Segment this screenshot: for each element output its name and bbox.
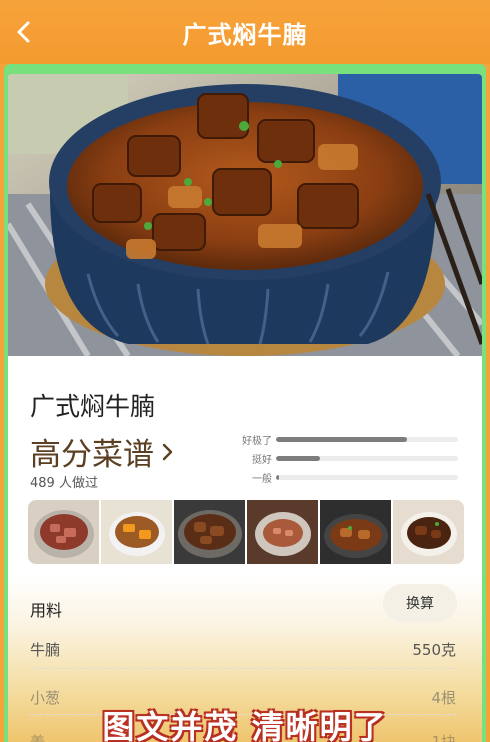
page-title: 广式焖牛腩 [182,20,308,49]
high-score-label: 高分菜谱 [30,437,154,473]
back-button[interactable] [10,18,38,46]
made-count: 489 人做过 [30,476,98,491]
recipe-name: 广式焖牛腩 [30,392,156,421]
rating-row-excellent: 好极了 [236,430,464,449]
thumbnail-3[interactable] [174,500,245,564]
top-bar: 广式焖牛腩 [0,0,490,64]
ingredients-title: 用料 [30,601,63,620]
ingredient-amount: 550克 [412,640,456,659]
thumbnail-4[interactable] [247,500,318,564]
high-score-link[interactable]: 高分菜谱 [30,429,174,474]
ingredient-name: 牛腩 [30,640,61,659]
thumbnail-5[interactable] [320,500,391,564]
rating-bar [276,437,458,442]
hero-photo[interactable] [8,74,482,356]
thumbnail-6[interactable] [393,500,464,564]
rating-fill [276,475,279,480]
rating-bar [276,475,458,480]
chevron-right-icon [162,443,173,460]
ingredient-row: 牛腩 550克 [30,634,456,664]
rating-label: 挺好 [252,455,272,466]
promo-banner: 图文并茂 清晰明了 [102,708,388,742]
chevron-left-icon [17,21,30,43]
rating-bar [276,456,458,461]
convert-button[interactable]: 换算 [383,584,457,622]
rating-fill [276,437,408,442]
thumbnail-1[interactable] [28,500,99,564]
rating-fill [276,456,320,461]
divider [30,668,456,669]
photo-thumbnails [28,500,468,564]
recipe-card: 广式焖牛腩 高分菜谱 489 人做过 好极了 挺好 一般 用料 换算 牛腩 55… [8,74,482,742]
rating-breakdown: 好极了 挺好 一般 [236,430,464,487]
rating-label: 好极了 [242,436,272,447]
rating-row-average: 一般 [236,468,464,487]
rating-row-good: 挺好 [236,449,464,468]
thumbnail-2[interactable] [101,500,172,564]
rating-label: 一般 [252,474,272,485]
